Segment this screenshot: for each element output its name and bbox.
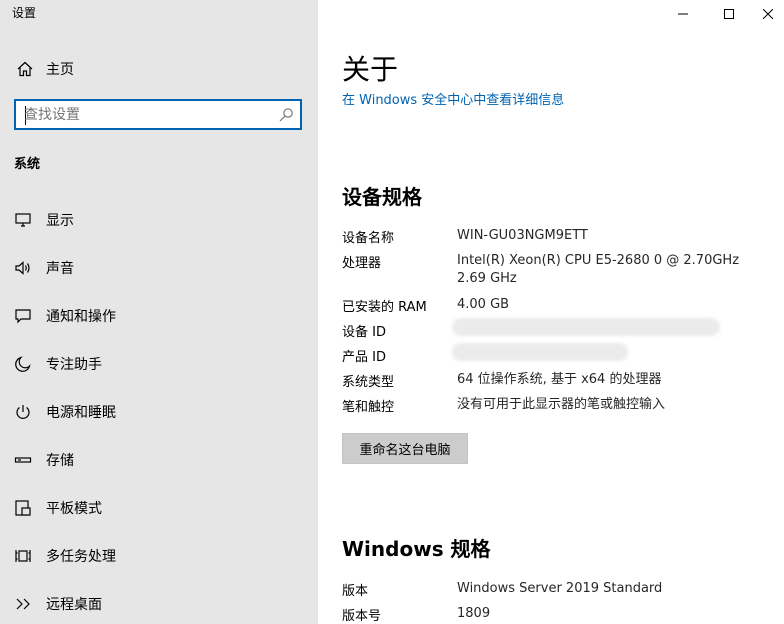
spec-label: 设备 ID [342,325,386,340]
spec-value: Intel(R) Xeon(R) CPU E5-2680 0 @ 2.70GHz… [457,253,740,286]
sidebar: 设置 主页 系统 显示 声音 [0,0,318,624]
spec-label: 笔和触控 [342,400,395,415]
redacted-product-id [452,343,628,361]
sidebar-item-label: 多任务处理 [46,549,116,565]
search-icon[interactable] [278,107,294,123]
security-center-link[interactable]: 在 Windows 安全中心中查看详细信息 [342,89,564,108]
spec-value: 4.00 GB [457,297,510,312]
spec-label: 已安装的 RAM [342,300,427,315]
sidebar-item-label: 平板模式 [46,501,102,517]
monitor-icon [15,213,31,227]
sidebar-item-display[interactable]: 显示 [0,196,318,244]
spec-value: WIN-GU03NGM9ETT [457,228,588,243]
sidebar-item-label: 通知和操作 [46,309,116,325]
sidebar-item-label: 远程桌面 [46,597,102,613]
sidebar-item-remote-desktop[interactable]: 远程桌面 [0,580,318,624]
sidebar-item-multitasking[interactable]: 多任务处理 [0,532,318,580]
sidebar-item-power-sleep[interactable]: 电源和睡眠 [0,388,318,436]
rename-pc-button[interactable]: 重命名这台电脑 [342,433,468,464]
sidebar-item-label: 显示 [46,213,74,229]
redacted-device-id [452,318,720,336]
sidebar-item-label: 存储 [46,453,74,469]
search-input[interactable] [24,105,264,125]
device-spec-heading: 设备规格 [342,185,422,209]
spec-label: 版本号 [342,609,382,624]
spec-label: 版本 [342,584,369,599]
sidebar-item-label: 专注助手 [46,357,102,373]
windows-spec-heading: Windows 规格 [342,537,491,561]
remote-desktop-icon [16,598,30,610]
home-icon [17,61,33,77]
section-label: 系统 [14,157,41,172]
sidebar-home-label: 主页 [46,62,74,78]
spec-label: 处理器 [342,256,382,271]
spec-value: 1809 [457,606,491,621]
window-title: 设置 [12,6,37,20]
spec-label: 设备名称 [342,231,395,246]
storage-icon [14,457,32,463]
sidebar-nav: 显示 声音 通知和操作 专注助手 电源和睡眠 存储 平板模式 多任务处理 远程桌… [0,196,318,624]
moon-icon [15,356,31,372]
search-box[interactable] [14,99,302,130]
multitask-icon [15,550,31,562]
spec-value: Windows Server 2019 Standard [457,581,663,596]
sidebar-item-tablet-mode[interactable]: 平板模式 [0,484,318,532]
main-content: 关于 在 Windows 安全中心中查看详细信息 设备规格 设备名称 WIN-G… [318,0,784,624]
spec-label: 产品 ID [342,350,386,365]
notification-icon [15,309,31,324]
sidebar-item-label: 声音 [46,261,74,277]
sidebar-home[interactable]: 主页 [0,48,318,88]
spec-value: 64 位操作系统, 基于 x64 的处理器 [457,372,662,387]
spec-value: 没有可用于此显示器的笔或触控输入 [457,397,666,412]
sidebar-item-notifications[interactable]: 通知和操作 [0,292,318,340]
speaker-icon [15,261,30,275]
spec-label: 系统类型 [342,375,395,390]
tablet-icon [15,500,31,516]
sidebar-item-sound[interactable]: 声音 [0,244,318,292]
power-icon [16,405,30,419]
sidebar-item-storage[interactable]: 存储 [0,436,318,484]
page-title: 关于 [342,53,399,86]
sidebar-item-focus-assist[interactable]: 专注助手 [0,340,318,388]
sidebar-item-label: 电源和睡眠 [46,405,116,421]
